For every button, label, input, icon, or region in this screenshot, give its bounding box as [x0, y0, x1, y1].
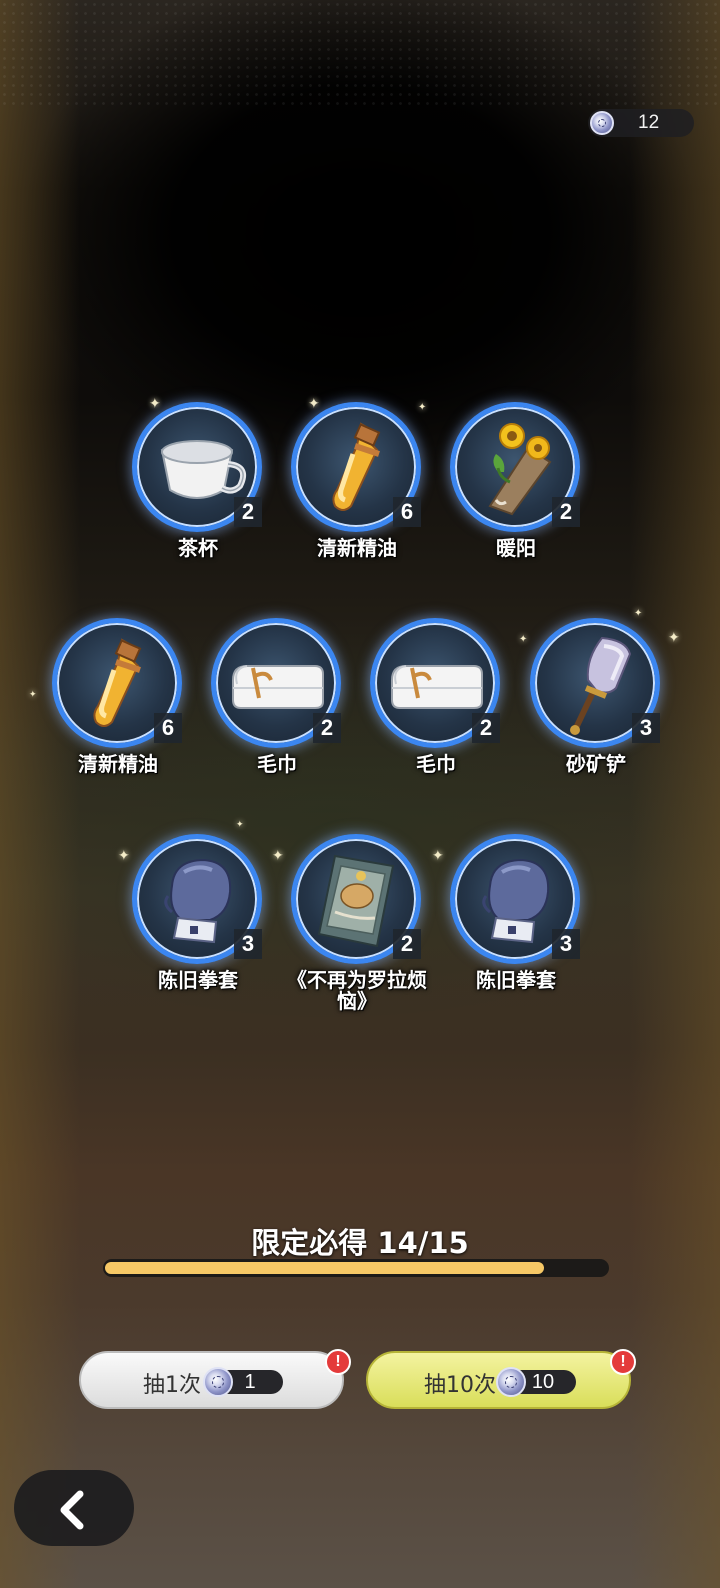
item-count: 6 — [154, 713, 182, 743]
reward-item[interactable]: 6 清新精油 — [38, 610, 198, 798]
reward-item[interactable]: 3 陈旧拳套 — [118, 826, 278, 1014]
item-count: 6 — [393, 497, 421, 527]
item-name: 清新精油 — [317, 536, 397, 560]
pity-progress-fill — [105, 1262, 544, 1274]
pity-progress-label: 限定必得 14/15 — [251, 1226, 469, 1260]
item-name: 暖阳 — [496, 536, 536, 560]
pity-progress-bar — [103, 1259, 609, 1277]
item-count: 3 — [234, 929, 262, 959]
sparkle-icon: ✦ — [236, 820, 244, 830]
reward-item[interactable]: 2 毛巾 — [197, 610, 357, 798]
currency-display: 12 — [588, 109, 694, 137]
draw-ten-button[interactable]: 抽10次 10 ! — [366, 1349, 636, 1409]
item-count: 2 — [234, 497, 262, 527]
reward-item[interactable]: 3 陈旧拳套 — [436, 826, 596, 1014]
gem-icon — [590, 111, 614, 135]
item-count: 3 — [552, 929, 580, 959]
item-name: 毛巾 — [416, 752, 456, 776]
item-count: 2 — [393, 929, 421, 959]
background-pattern — [0, 0, 720, 110]
item-count: 2 — [472, 713, 500, 743]
reward-item[interactable]: 3 砂矿铲 — [516, 610, 676, 798]
item-name: 《不再为罗拉烦恼》 — [287, 968, 427, 1013]
item-name: 陈旧拳套 — [476, 968, 556, 992]
draw-one-label: 抽1次 — [143, 1373, 201, 1398]
item-count: 3 — [632, 713, 660, 743]
reward-item[interactable]: 2 暖阳 — [436, 394, 596, 582]
draw-ten-label: 抽10次 — [424, 1373, 496, 1398]
item-name: 清新精油 — [78, 752, 158, 776]
gem-icon — [496, 1367, 526, 1397]
back-button[interactable] — [14, 1470, 134, 1546]
alert-badge-icon: ! — [610, 1349, 636, 1375]
chevron-left-icon — [60, 1490, 84, 1530]
item-name: 毛巾 — [257, 752, 297, 776]
reward-item[interactable]: 2 《不再为罗拉烦恼》 — [277, 826, 437, 1014]
draw-one-button[interactable]: 抽1次 1 ! — [79, 1349, 351, 1409]
reward-item[interactable]: 2 茶杯 — [118, 394, 278, 582]
gem-icon — [203, 1367, 233, 1397]
sparkle-icon: ✦ — [29, 690, 37, 700]
item-count: 2 — [552, 497, 580, 527]
item-name: 砂矿铲 — [566, 752, 626, 776]
alert-badge-icon: ! — [325, 1349, 351, 1375]
reward-item[interactable]: 2 毛巾 — [356, 610, 516, 798]
item-count: 2 — [313, 713, 341, 743]
reward-item[interactable]: 6 清新精油 — [277, 394, 437, 582]
item-name: 陈旧拳套 — [158, 968, 238, 992]
item-name: 茶杯 — [178, 536, 218, 560]
currency-amount: 12 — [638, 112, 660, 133]
